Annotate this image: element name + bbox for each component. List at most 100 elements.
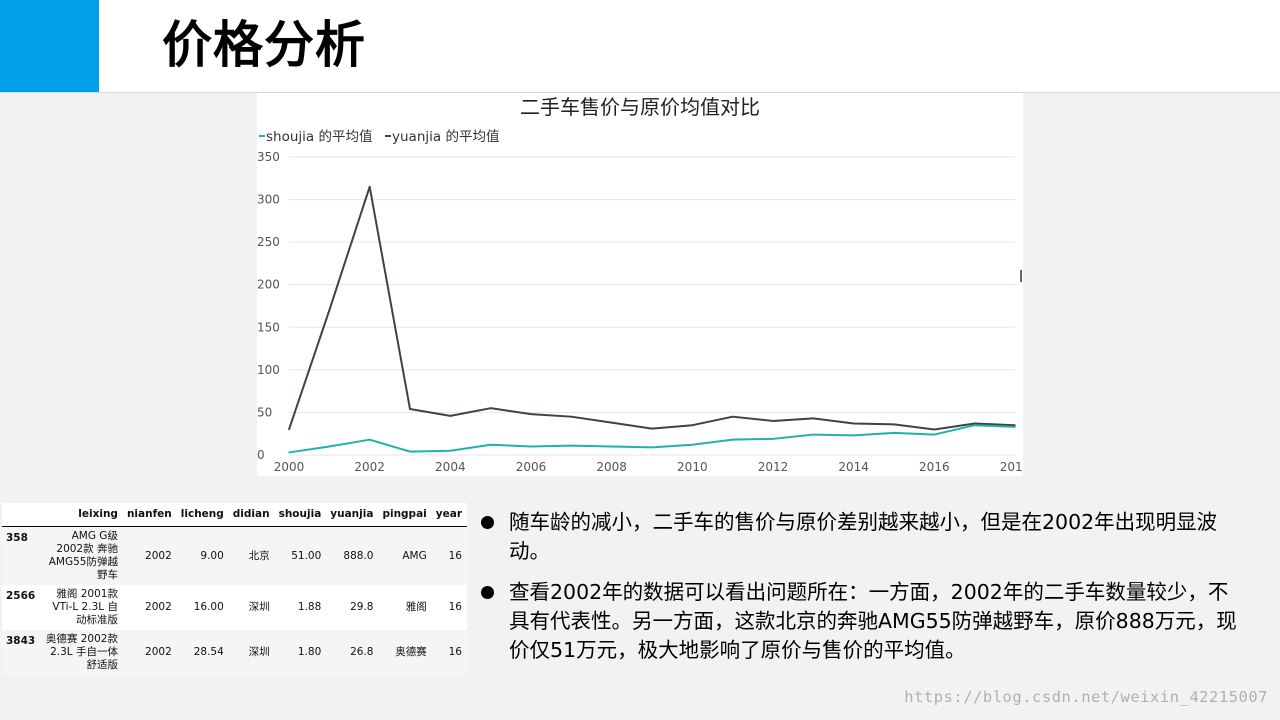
- x-tick-label: 2006: [516, 460, 547, 474]
- y-tick-label: 150: [257, 320, 280, 334]
- chart-grid: [289, 156, 1015, 456]
- legend-label: shoujia 的平均值: [266, 129, 372, 145]
- x-tick-label: 2010: [677, 460, 708, 474]
- legend-label: yuanjia 的平均值: [392, 129, 499, 145]
- data-point: [812, 433, 815, 436]
- cell-didian: 深圳: [228, 630, 275, 675]
- data-point: [409, 408, 411, 410]
- cell-yuanjia: 29.8: [326, 585, 379, 630]
- y-tick-label: 200: [257, 278, 280, 292]
- data-point: [489, 443, 492, 446]
- data-table-panel: leixing nianfen licheng didian shoujia y…: [2, 503, 467, 675]
- data-point: [610, 445, 613, 448]
- data-point: [691, 443, 694, 446]
- bullet-item: 随车龄的减小，二手车的售价与原价差别越来越小，但是在2002年出现明显波动。: [478, 508, 1238, 566]
- x-tick-label: 2008: [596, 460, 627, 474]
- cell-leixing: AMG G级 2002款 奔驰AMG55防弹越野车: [40, 526, 123, 585]
- table-row: 358 AMG G级 2002款 奔驰AMG55防弹越野车 2002 9.00 …: [2, 526, 467, 585]
- cell-didian: 深圳: [228, 585, 275, 630]
- data-point: [449, 449, 452, 452]
- data-point: [933, 428, 936, 431]
- cell-year: 16: [431, 526, 467, 585]
- data-point: [772, 438, 774, 440]
- x-tick-label: 2004: [435, 460, 466, 474]
- table-row: 2566 雅阁 2001款 VTi-L 2.3L 自动标准版 2002 16.0…: [2, 585, 467, 630]
- column-header: yuanjia: [326, 503, 379, 527]
- cell-didian: 北京: [228, 526, 275, 585]
- bullet-dot-icon: [481, 516, 494, 529]
- row-index: 358: [2, 526, 41, 585]
- chart-title: 二手车售价与原价均值对比: [520, 95, 760, 119]
- column-header: nianfen: [122, 503, 177, 527]
- chart-series: [288, 185, 1016, 454]
- cell-year: 16: [431, 585, 467, 630]
- x-axis: 2000 2002 2004 2006 2008 2010 2012 2014 2016 2018: [274, 460, 1023, 474]
- cell-shoujia: 51.00: [274, 526, 327, 585]
- row-index: 2566: [2, 585, 41, 630]
- bullet-dot-icon: [481, 586, 494, 599]
- bullet-text: 查看2002年的数据可以看出问题所在：一方面，2002年的二手车数量较少，不具有…: [509, 580, 1237, 662]
- y-tick-label: 300: [257, 193, 280, 207]
- data-point: [328, 445, 331, 448]
- resize-handle[interactable]: [1020, 270, 1022, 282]
- cell-shoujia: 1.88: [274, 585, 327, 630]
- cell-yuanjia: 26.8: [326, 630, 379, 675]
- data-point: [772, 420, 774, 422]
- column-header: [2, 503, 41, 527]
- data-point: [449, 415, 452, 417]
- cell-leixing: 奥德赛 2002款 2.3L 手自一体舒适版: [40, 630, 123, 675]
- x-tick-label: 2000: [274, 460, 305, 474]
- cell-licheng: 16.00: [176, 585, 229, 630]
- cell-nianfen: 2002: [122, 630, 177, 675]
- data-point: [973, 422, 976, 425]
- table-header-row: leixing nianfen licheng didian shoujia y…: [2, 503, 467, 527]
- cell-pingpai: 奥德赛: [378, 630, 432, 675]
- data-point: [328, 309, 331, 312]
- chart-legend: shoujia 的平均值 yuanjia 的平均值: [259, 129, 499, 145]
- data-point: [852, 422, 855, 425]
- series-line-yuanjia: [288, 185, 1016, 431]
- data-point: [570, 444, 573, 447]
- y-tick-label: 0: [257, 448, 265, 462]
- cell-year: 16: [431, 630, 467, 675]
- bullet-item: 查看2002年的数据可以看出问题所在：一方面，2002年的二手车数量较少，不具有…: [478, 578, 1238, 665]
- y-tick-label: 250: [257, 235, 280, 249]
- data-point: [368, 186, 371, 188]
- data-point: [651, 446, 653, 449]
- data-point: [731, 438, 734, 441]
- cell-leixing: 雅阁 2001款 VTi-L 2.3L 自动标准版: [40, 585, 123, 630]
- cell-pingpai: 雅阁: [378, 585, 432, 630]
- line-chart-panel: 二手车售价与原价均值对比 shoujia 的平均值 yuanjia 的平均值 0 5…: [257, 93, 1023, 476]
- cell-licheng: 9.00: [176, 526, 229, 585]
- column-header: shoujia: [274, 503, 327, 527]
- data-point: [530, 445, 532, 448]
- data-point: [651, 427, 653, 430]
- x-tick-label: 2018: [1000, 460, 1023, 474]
- data-point: [489, 407, 492, 409]
- bullet-text: 随车龄的减小，二手车的售价与原价差别越来越小，但是在2002年出现明显波动。: [509, 510, 1218, 563]
- data-point: [409, 450, 411, 453]
- cell-shoujia: 1.80: [274, 630, 327, 675]
- y-tick-label: 100: [257, 363, 280, 377]
- column-header: leixing: [40, 503, 123, 527]
- y-axis: 0 50 100 150 200 250 300 350: [257, 150, 280, 462]
- column-header: pingpai: [378, 503, 432, 527]
- cell-licheng: 28.54: [176, 630, 229, 675]
- page-title: 价格分析: [162, 16, 366, 74]
- data-point: [610, 421, 613, 424]
- data-table: leixing nianfen licheng didian shoujia y…: [2, 503, 467, 675]
- y-tick-label: 50: [257, 405, 272, 419]
- data-point: [933, 433, 936, 436]
- table-row: 3843 奥德赛 2002款 2.3L 手自一体舒适版 2002 28.54 深…: [2, 630, 467, 675]
- cell-nianfen: 2002: [122, 585, 177, 630]
- cell-pingpai: AMG: [378, 526, 432, 585]
- data-point: [852, 434, 855, 437]
- data-point: [288, 428, 290, 431]
- y-tick-label: 350: [257, 150, 280, 164]
- x-tick-label: 2016: [919, 460, 950, 474]
- data-point: [288, 451, 290, 454]
- x-tick-label: 2014: [838, 460, 869, 474]
- x-tick-label: 2012: [758, 460, 789, 474]
- data-point: [731, 415, 734, 418]
- data-point: [893, 423, 895, 426]
